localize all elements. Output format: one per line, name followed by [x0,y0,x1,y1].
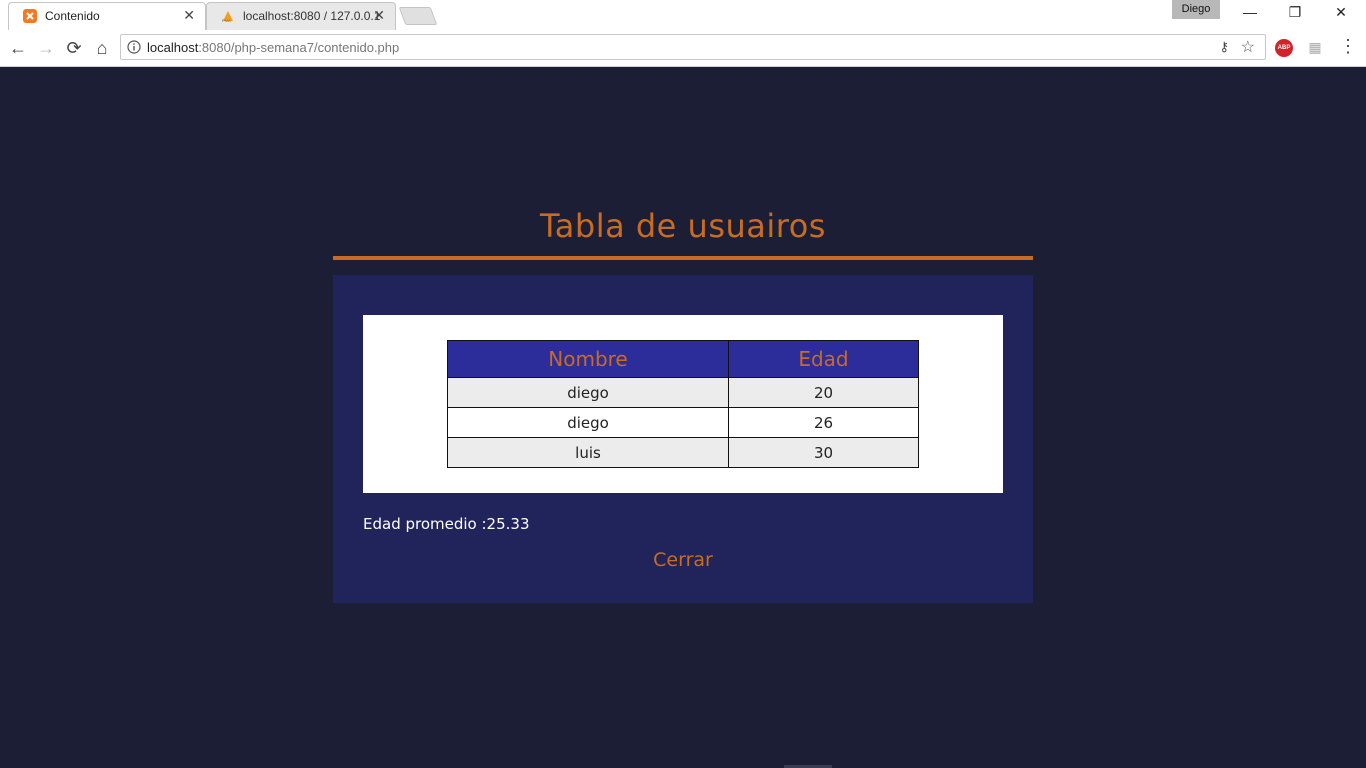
table-row: luis 30 [447,437,919,468]
table-row: diego 26 [447,407,919,438]
close-window-icon[interactable]: ✕ [1331,4,1351,21]
tab-contenido[interactable]: Contenido ✕ [8,2,206,30]
profile-button[interactable]: Diego [1172,0,1220,19]
page-title: Tabla de usuairos [540,207,826,245]
browser-toolbar: ← → ⟳ ⌂ localhost:8080/php-semana7/conte… [0,30,1366,67]
tab-bar: Contenido ✕ PMA localhost:8080 / 127.0.0… [0,0,1366,30]
cell-edad: 20 [728,377,919,408]
menu-icon[interactable]: ⋮ [1338,36,1358,57]
close-link[interactable]: Cerrar [333,549,1033,571]
users-table: Nombre Edad diego 20 diego 26 luis 30 [447,340,919,468]
column-header-edad: Edad [728,340,919,378]
tab-title: Contenido [45,9,100,23]
extension-icon[interactable]: ▦ [1306,39,1324,57]
average-value: 25.33 [486,515,530,533]
title-divider [333,256,1033,260]
average-age: Edad promedio :25.33 [363,515,530,533]
key-icon[interactable]: ⚷ [1219,39,1229,55]
bookmark-star-icon[interactable]: ☆ [1241,37,1255,57]
column-header-nombre: Nombre [447,340,729,378]
cell-edad: 30 [728,437,919,468]
content-panel: Nombre Edad diego 20 diego 26 luis 30 Ed… [333,275,1033,603]
average-label: Edad promedio : [363,515,487,533]
back-icon[interactable]: ← [7,37,29,59]
svg-text:PMA: PMA [222,18,231,23]
url-text[interactable]: localhost:8080/php-semana7/contenido.php [147,40,399,55]
cell-nombre: diego [447,407,729,438]
cell-nombre: diego [447,377,729,408]
tab-title: localhost:8080 / 127.0.0.1 [243,9,381,23]
close-tab-icon[interactable]: ✕ [183,7,195,24]
xampp-icon [23,9,37,23]
reload-icon[interactable]: ⟳ [63,37,85,59]
tab-phpmyadmin[interactable]: PMA localhost:8080 / 127.0.0.1 ✕ [206,2,396,30]
adblock-icon[interactable]: ABP [1275,39,1293,57]
info-icon[interactable] [127,40,141,54]
cell-edad: 26 [728,407,919,438]
phpmyadmin-icon: PMA [222,11,233,23]
cell-nombre: luis [447,437,729,468]
address-bar[interactable]: localhost:8080/php-semana7/contenido.php… [120,34,1266,60]
table-row: diego 20 [447,377,919,408]
minimize-icon[interactable]: — [1240,4,1260,20]
home-icon[interactable]: ⌂ [91,37,113,59]
forward-icon[interactable]: → [35,37,57,59]
table-header-row: Nombre Edad [447,340,919,378]
new-tab-button[interactable] [398,7,438,25]
table-container: Nombre Edad diego 20 diego 26 luis 30 [363,315,1003,493]
close-tab-icon[interactable]: ✕ [373,7,385,24]
restore-icon[interactable]: ❐ [1285,4,1305,21]
